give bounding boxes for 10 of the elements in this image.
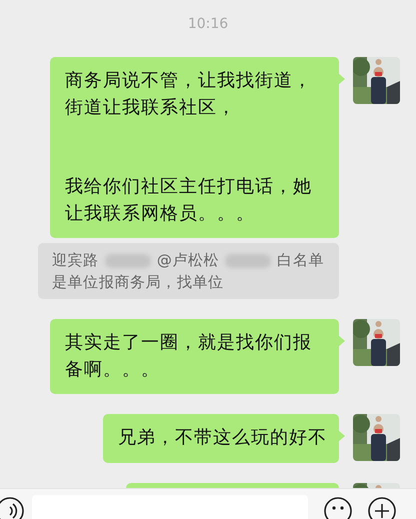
bubble-tail [338,335,345,347]
timestamp: 10:16 [186,16,230,34]
message-text: 商务局说不管，让我找街道，街道让我联系社区， [65,69,313,120]
emoji-icon[interactable] [324,497,352,519]
quoted-message: 迎宾路 @卢松松 白名单是单位报商务局，找单位 [38,243,339,299]
redacted-blur [104,254,151,268]
plus-icon[interactable] [368,497,396,519]
redacted-blur [225,254,272,268]
bubble-tail [338,430,345,442]
message-text: 我给你们社区主任打电话，她让我联系网格员。。。 [65,175,313,226]
